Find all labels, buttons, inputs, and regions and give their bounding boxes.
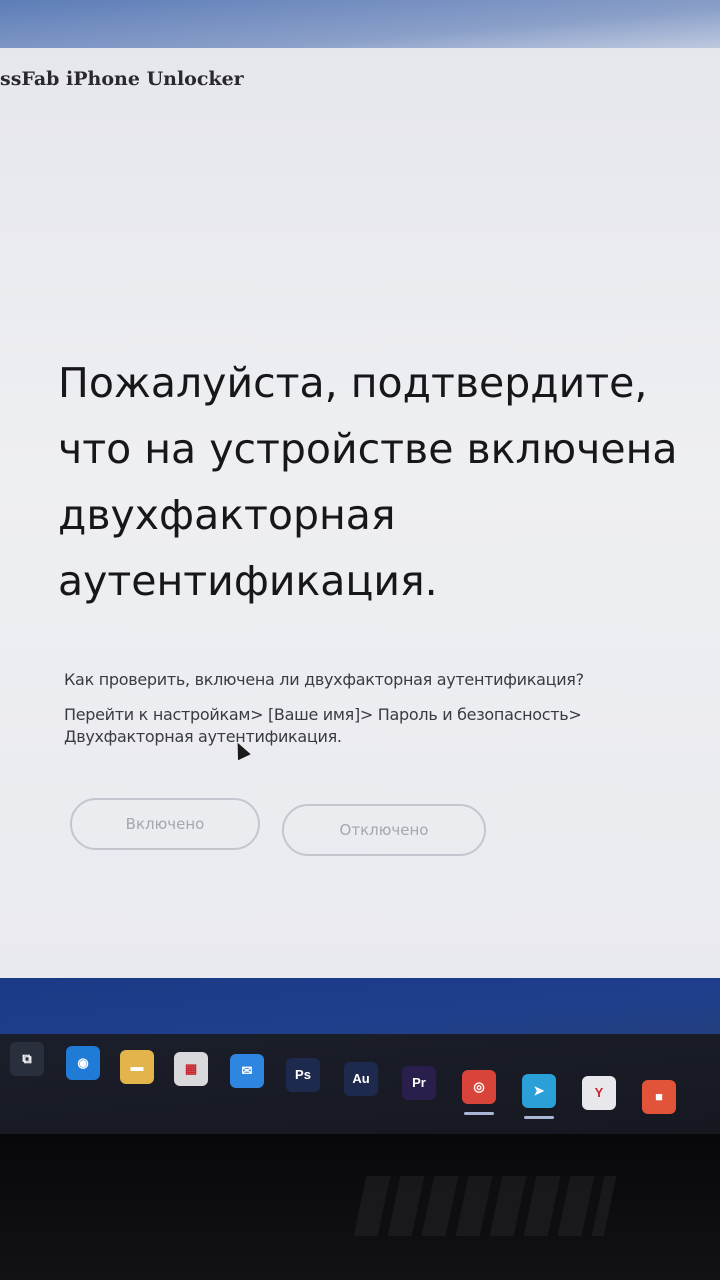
mail-icon[interactable]: ✉ (230, 1054, 264, 1088)
running-indicator (464, 1112, 494, 1115)
help-question: Как проверить, включена ли двухфакторная… (64, 670, 584, 689)
help-instructions: Перейти к настройкам> [Ваше имя]> Пароль… (64, 705, 582, 746)
yandex-browser-icon[interactable]: Y (582, 1076, 616, 1110)
running-indicator (524, 1116, 554, 1119)
audition-icon[interactable]: Au (344, 1062, 378, 1096)
folder-icon[interactable]: ▬ (120, 1050, 154, 1084)
photoshop-icon[interactable]: Ps (286, 1058, 320, 1092)
photo-frame: ssFab iPhone Unlocker Пожалуйста, подтве… (0, 0, 720, 1280)
monitor-logo (353, 1176, 617, 1236)
page-title: Пожалуйста, подтвердите, что на устройст… (58, 359, 678, 605)
telegram-icon[interactable]: ➤ (522, 1074, 556, 1108)
chrome-icon[interactable]: ◎ (462, 1070, 496, 1104)
app-title: ssFab iPhone Unlocker (0, 68, 244, 90)
enabled-button[interactable]: Включено (70, 798, 260, 850)
edge-icon[interactable]: ◉ (66, 1046, 100, 1080)
calculator-icon[interactable]: ▦ (174, 1052, 208, 1086)
premiere-icon[interactable]: Pr (402, 1066, 436, 1100)
media-player-icon[interactable]: ■ (642, 1080, 676, 1114)
monitor-screen: ssFab iPhone Unlocker Пожалуйста, подтве… (0, 0, 720, 1100)
task-view-icon[interactable]: ⧉ (10, 1042, 44, 1076)
disabled-button[interactable]: Отключено (282, 804, 486, 856)
taskbar: ⧉ ◉ ▬ ▦ ✉ Ps Au Pr ◎ ➤ Y ■ (0, 1034, 720, 1134)
desktop-background (0, 978, 720, 1038)
app-window: ssFab iPhone Unlocker Пожалуйста, подтве… (0, 48, 720, 1018)
